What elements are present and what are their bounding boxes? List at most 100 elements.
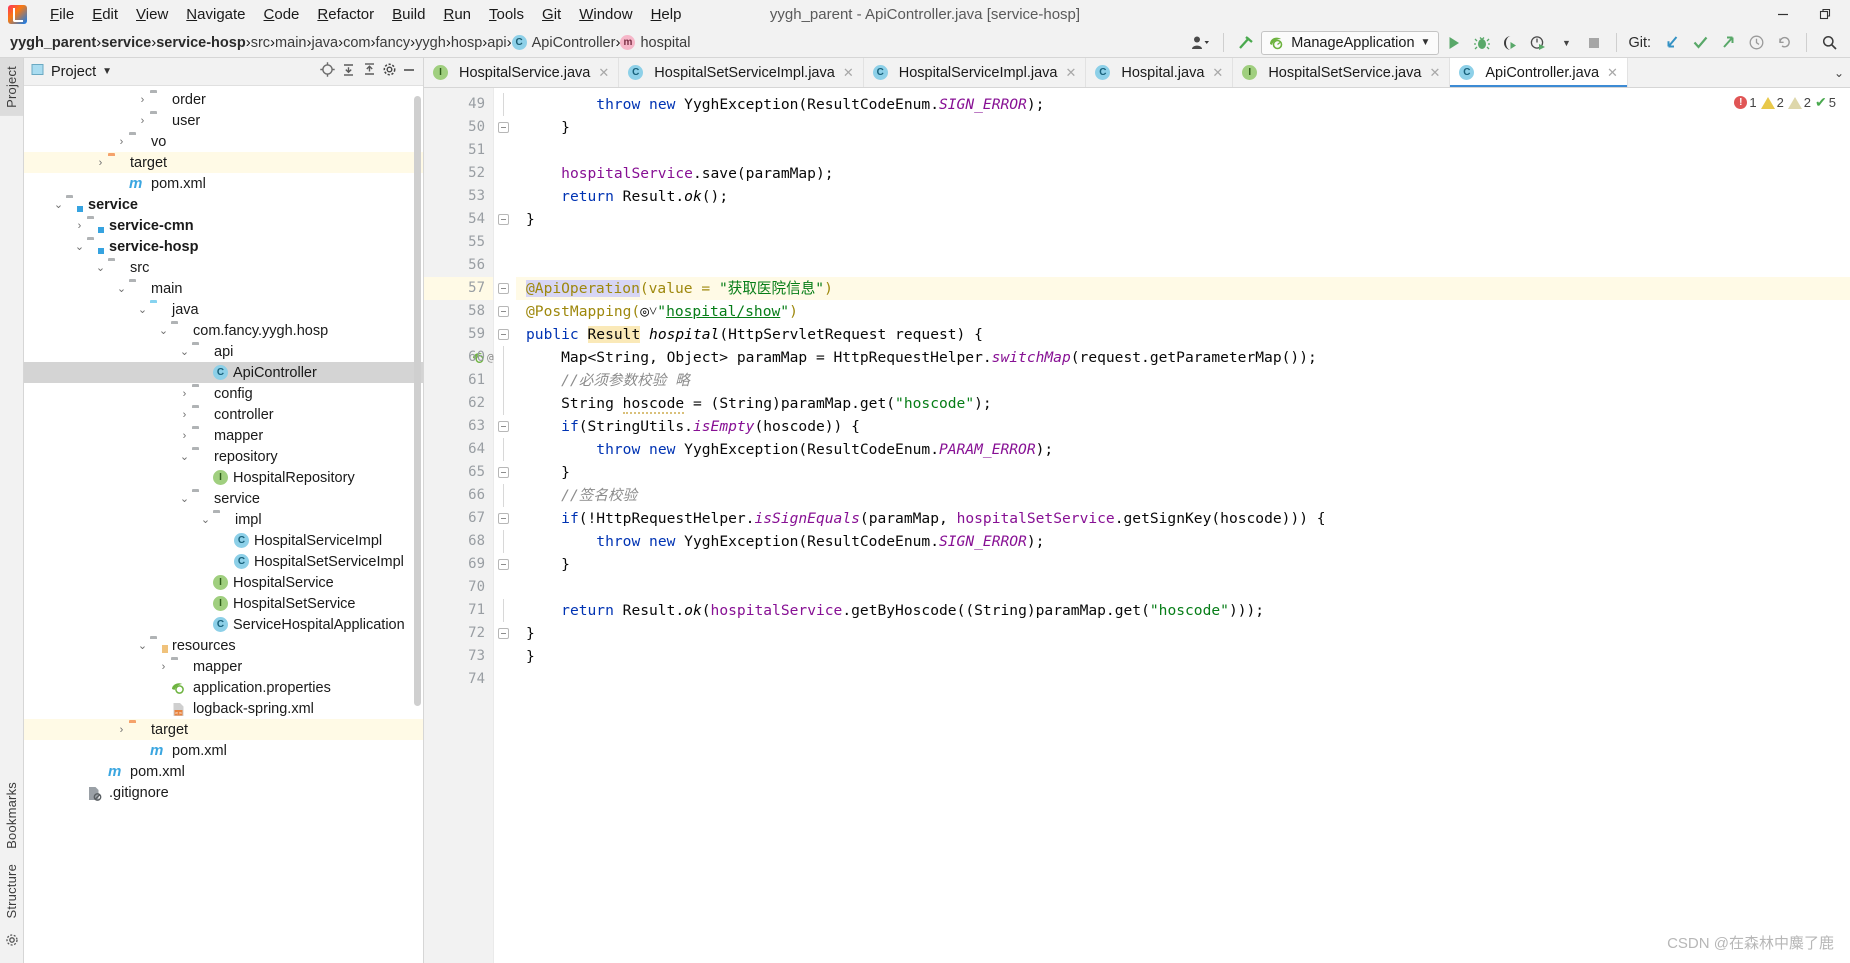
history-icon[interactable] xyxy=(1743,31,1769,55)
tree-node-hospitalsetservice[interactable]: ·I HospitalSetService xyxy=(24,593,423,614)
fold-gutter[interactable] xyxy=(494,88,516,963)
tree-node-controller[interactable]: › controller xyxy=(24,404,423,425)
close-icon[interactable]: ✕ xyxy=(1065,65,1076,81)
tree-node-vo[interactable]: › vo xyxy=(24,131,423,152)
code-line[interactable]: } xyxy=(516,116,1850,139)
chevron-right-icon[interactable]: › xyxy=(114,724,129,736)
fold-marker[interactable] xyxy=(494,645,516,668)
stop-icon[interactable] xyxy=(1581,31,1607,55)
chevron-right-icon[interactable]: › xyxy=(177,430,192,442)
fold-marker[interactable] xyxy=(494,139,516,162)
tree-node-hospitalsetserviceimpl[interactable]: ·C HospitalSetServiceImpl xyxy=(24,551,423,572)
tree-node-pom-xml[interactable]: ·m pom.xml xyxy=(24,740,423,761)
menu-view[interactable]: View xyxy=(127,4,177,25)
code-line[interactable]: } xyxy=(516,208,1850,231)
fold-marker[interactable] xyxy=(494,254,516,277)
git-update-icon[interactable] xyxy=(1659,31,1685,55)
fold-marker[interactable] xyxy=(494,369,516,392)
close-icon[interactable]: ✕ xyxy=(1607,65,1618,81)
tree-node-servicehospitalapplication[interactable]: ·C ServiceHospitalApplication xyxy=(24,614,423,635)
code-line[interactable]: return Result.ok(hospitalService.getByHo… xyxy=(516,599,1850,622)
breadcrumb-item-fancy[interactable]: fancy xyxy=(376,35,411,51)
chevron-down-icon[interactable]: ⌄ xyxy=(114,282,129,295)
fold-marker[interactable] xyxy=(494,599,516,622)
tree-node-api[interactable]: ⌄ api xyxy=(24,341,423,362)
fold-toggle-icon[interactable] xyxy=(498,421,509,432)
fold-toggle-icon[interactable] xyxy=(498,306,509,317)
tool-tab-project[interactable]: Project xyxy=(0,58,23,116)
close-icon[interactable]: ✕ xyxy=(843,65,854,81)
tool-tab-structure[interactable]: Structure xyxy=(0,856,23,927)
code-line[interactable]: Map<String, Object> paramMap = HttpReque… xyxy=(516,346,1850,369)
chevron-down-icon[interactable]: ⌄ xyxy=(177,450,192,463)
chevron-right-icon[interactable]: › xyxy=(177,388,192,400)
fold-marker[interactable] xyxy=(494,530,516,553)
menu-window[interactable]: Window xyxy=(570,4,641,25)
fold-marker[interactable] xyxy=(494,438,516,461)
code-line[interactable]: @PostMapping(◎˅"hospital/show") xyxy=(516,300,1850,323)
chevron-down-icon[interactable]: ⌄ xyxy=(177,492,192,505)
breadcrumb-item-yygh-parent[interactable]: yygh_parent xyxy=(10,35,96,51)
chevron-right-icon[interactable]: › xyxy=(93,157,108,169)
fold-marker[interactable] xyxy=(494,507,516,530)
code-line[interactable] xyxy=(516,231,1850,254)
fold-marker[interactable] xyxy=(494,116,516,139)
chevron-right-icon[interactable]: › xyxy=(135,94,150,106)
code-line[interactable]: throw new YyghException(ResultCodeEnum.S… xyxy=(516,530,1850,553)
fold-marker[interactable] xyxy=(494,323,516,346)
chevron-down-icon[interactable]: ▼ xyxy=(1553,31,1579,55)
breadcrumb-item-main[interactable]: main xyxy=(275,35,306,51)
run-configuration-selector[interactable]: ManageApplication ▼ xyxy=(1261,30,1440,55)
person-dropdown-icon[interactable] xyxy=(1188,31,1214,55)
chevron-right-icon[interactable]: › xyxy=(72,220,87,232)
tree-node-pom-xml[interactable]: ·m pom.xml xyxy=(24,761,423,782)
close-icon[interactable]: ✕ xyxy=(1429,65,1440,81)
editor-tab-hospitalserviceimpl-java[interactable]: C HospitalServiceImpl.java ✕ xyxy=(864,58,1087,87)
code-line[interactable]: @ApiOperation(value = "获取医院信息") xyxy=(516,277,1850,300)
code-content[interactable]: throw new YyghException(ResultCodeEnum.S… xyxy=(516,88,1850,963)
hide-panel-icon[interactable] xyxy=(401,62,417,82)
fold-toggle-icon[interactable] xyxy=(498,329,509,340)
code-line[interactable]: if(!HttpRequestHelper.isSignEquals(param… xyxy=(516,507,1850,530)
tree-node-target[interactable]: › target xyxy=(24,719,423,740)
settings-gear-icon[interactable] xyxy=(5,927,19,957)
editor-tab-hospitalsetserviceimpl-java[interactable]: C HospitalSetServiceImpl.java ✕ xyxy=(619,58,864,87)
expand-all-icon[interactable] xyxy=(361,61,378,82)
fold-marker[interactable] xyxy=(494,668,516,691)
code-line[interactable] xyxy=(516,254,1850,277)
code-line[interactable]: String hoscode = (String)paramMap.get("h… xyxy=(516,392,1850,415)
fold-marker[interactable] xyxy=(494,576,516,599)
search-icon[interactable] xyxy=(1816,31,1842,55)
fold-marker[interactable] xyxy=(494,346,516,369)
editor-tab-apicontroller-java[interactable]: C ApiController.java ✕ xyxy=(1450,58,1628,87)
editor-tab-hospitalsetservice-java[interactable]: I HospitalSetService.java ✕ xyxy=(1233,58,1451,87)
breadcrumb-item-service[interactable]: service xyxy=(101,35,151,51)
rollback-icon[interactable] xyxy=(1771,31,1797,55)
breadcrumb-item-service-hosp[interactable]: service-hosp xyxy=(156,35,245,51)
fold-marker[interactable] xyxy=(494,484,516,507)
editor-tabs-overflow[interactable]: ⌄ xyxy=(1828,58,1850,87)
editor-tab-hospitalservice-java[interactable]: I HospitalService.java ✕ xyxy=(424,58,620,87)
tree-node-hospitalrepository[interactable]: ·I HospitalRepository xyxy=(24,467,423,488)
tree-node-repository[interactable]: ⌄ repository xyxy=(24,446,423,467)
chevron-down-icon[interactable]: ⌄ xyxy=(177,345,192,358)
code-line[interactable] xyxy=(516,139,1850,162)
menu-edit[interactable]: Edit xyxy=(83,4,127,25)
tree-node-resources[interactable]: ⌄ resources xyxy=(24,635,423,656)
minimize-button[interactable] xyxy=(1762,1,1804,27)
fold-toggle-icon[interactable] xyxy=(498,214,509,225)
tree-node-config[interactable]: › config xyxy=(24,383,423,404)
breadcrumb-item-apicontroller[interactable]: C ApiController xyxy=(511,35,615,51)
menu-code[interactable]: Code xyxy=(255,4,309,25)
code-line[interactable]: throw new YyghException(ResultCodeEnum.S… xyxy=(516,93,1850,116)
chevron-right-icon[interactable]: › xyxy=(177,409,192,421)
chevron-down-icon[interactable]: ⌄ xyxy=(1834,66,1844,80)
profiler-icon[interactable] xyxy=(1525,31,1551,55)
menu-refactor[interactable]: Refactor xyxy=(308,4,383,25)
tree-node-impl[interactable]: ⌄ impl xyxy=(24,509,423,530)
tree-node-service-hosp[interactable]: ⌄ service-hosp xyxy=(24,236,423,257)
tree-node-main[interactable]: ⌄ main xyxy=(24,278,423,299)
debug-icon[interactable] xyxy=(1469,31,1495,55)
maximize-button[interactable] xyxy=(1804,1,1846,27)
tree-node-mapper[interactable]: › mapper xyxy=(24,425,423,446)
